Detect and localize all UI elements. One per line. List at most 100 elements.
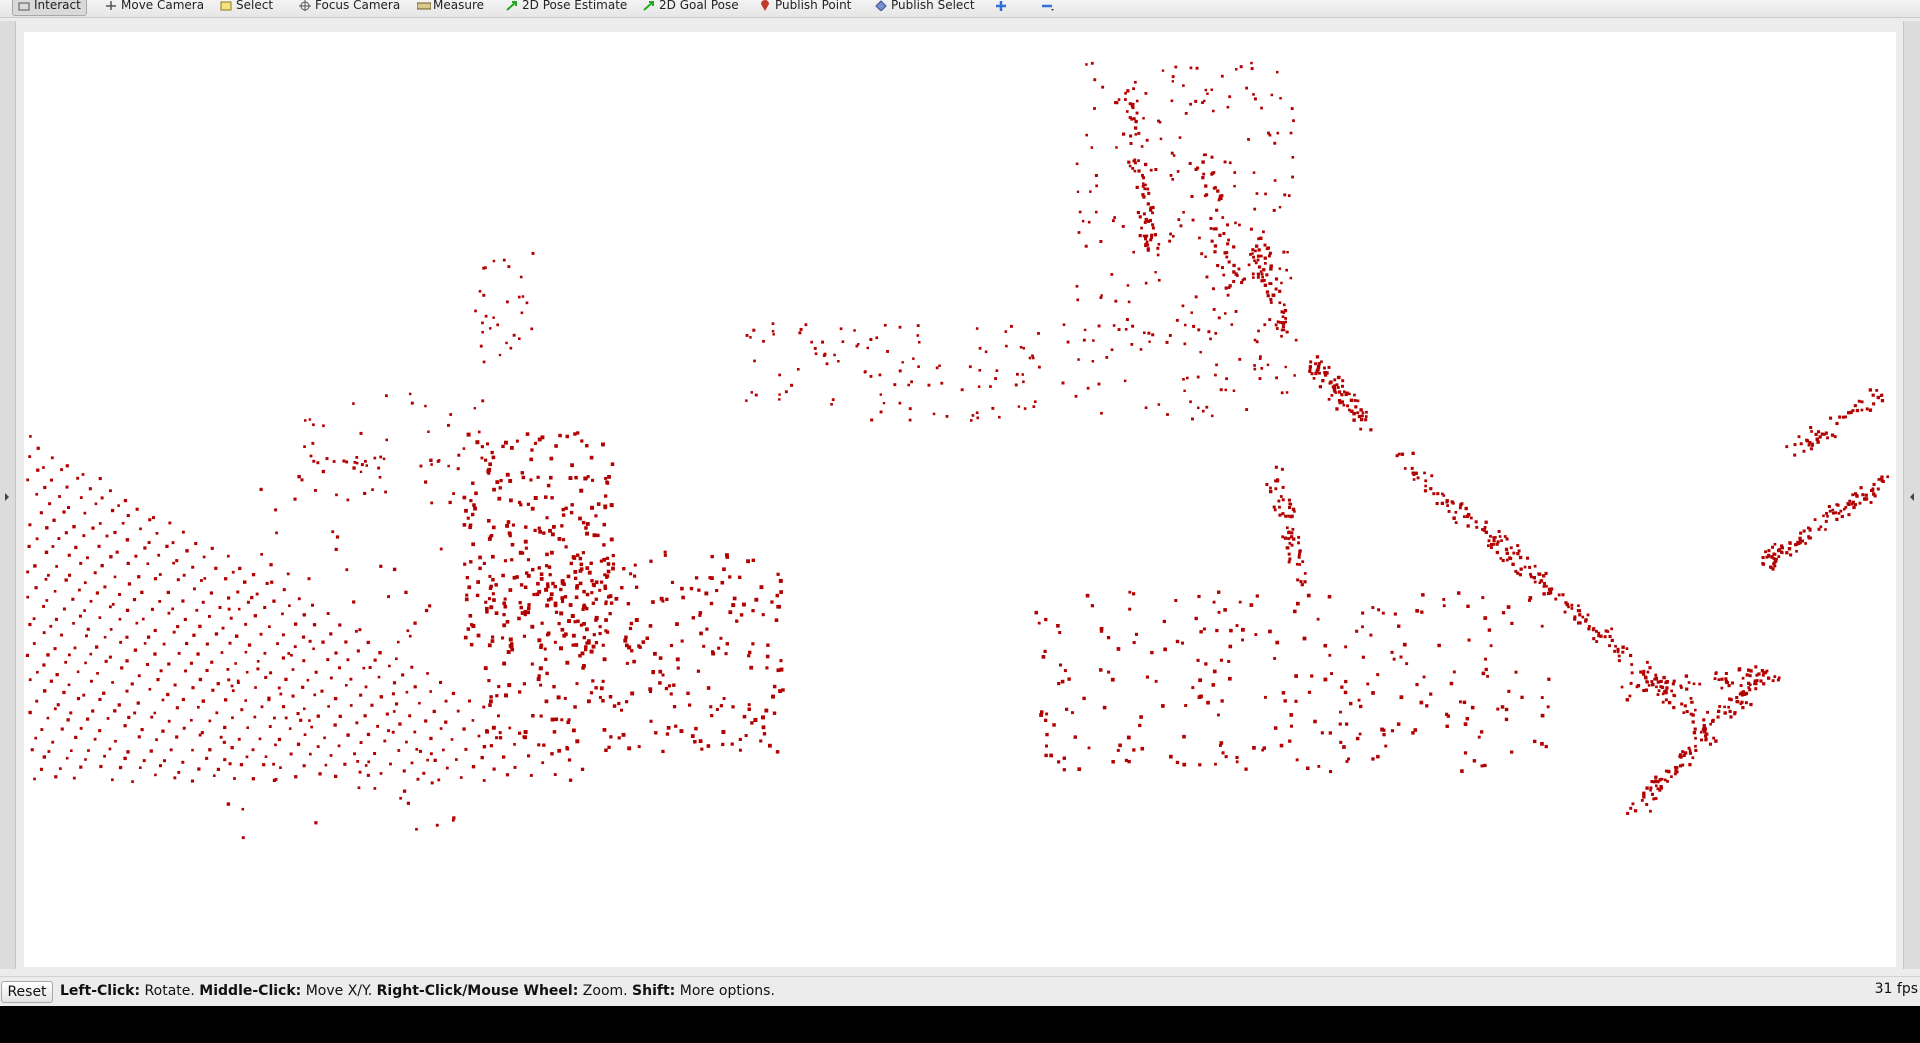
cloud-point: [1689, 697, 1693, 700]
cloud-point: [83, 609, 86, 612]
cloud-point: [1811, 442, 1814, 446]
remove-tool-button[interactable]: [1036, 0, 1058, 16]
cloud-point: [464, 508, 468, 513]
tool-publish-select[interactable]: Publish Select: [870, 0, 980, 16]
cloud-point: [442, 748, 445, 752]
left-dock-collapse-handle[interactable]: [0, 21, 16, 969]
cloud-point: [1720, 677, 1724, 681]
cloud-point: [907, 383, 910, 387]
cloud-point: [487, 643, 492, 648]
cloud-point: [1183, 389, 1186, 392]
cloud-point: [482, 266, 486, 270]
cloud-point: [264, 675, 268, 679]
cloud-point: [1145, 243, 1150, 247]
cloud-point: [728, 610, 733, 615]
cloud-point: [1749, 702, 1753, 707]
cloud-point: [1847, 513, 1851, 517]
cloud-point: [241, 836, 245, 840]
cloud-point: [1463, 722, 1468, 726]
cloud-point: [559, 611, 564, 616]
tool-2d-pose-estimate[interactable]: 2D Pose Estimate: [501, 0, 632, 16]
tool-select[interactable]: Select: [215, 0, 278, 16]
cloud-point: [282, 633, 285, 637]
tools-toolbar: Interact Move Camera Select Focus Camera…: [0, 0, 1920, 18]
cloud-point: [429, 458, 433, 462]
right-dock-collapse-handle[interactable]: [1903, 21, 1920, 969]
cloud-point: [1157, 243, 1161, 246]
cloud-point: [301, 635, 306, 639]
cloud-point: [562, 582, 566, 587]
cloud-point: [1629, 653, 1633, 658]
cloud-point: [779, 590, 783, 594]
cloud-point: [1265, 290, 1270, 294]
cloud-point: [1196, 375, 1200, 379]
cloud-point: [395, 702, 399, 706]
cloud-point: [1489, 644, 1493, 648]
cloud-point: [260, 705, 264, 709]
cloud-point: [42, 605, 45, 608]
cloud-point: [837, 360, 840, 363]
cloud-point: [210, 660, 214, 664]
cloud-point: [1132, 250, 1135, 254]
3d-render-viewport[interactable]: [24, 32, 1896, 967]
cloud-point: [1570, 603, 1574, 607]
cloud-point: [157, 553, 161, 557]
cloud-point: [227, 607, 231, 611]
add-tool-button[interactable]: [990, 0, 1012, 16]
tool-2d-goal-pose[interactable]: 2D Goal Pose: [638, 0, 744, 16]
cloud-point: [85, 634, 88, 638]
cloud-point: [137, 674, 141, 678]
cloud-point: [205, 756, 209, 760]
cloud-point: [1113, 216, 1116, 219]
cloud-point: [1115, 146, 1118, 149]
cloud-point: [263, 606, 267, 609]
tool-publish-point-label: Publish Point: [775, 0, 852, 12]
cloud-point: [1278, 321, 1282, 324]
cloud-point: [1771, 679, 1775, 683]
cloud-point: [1175, 760, 1180, 765]
cloud-point: [1516, 544, 1520, 548]
cloud-point: [490, 534, 494, 538]
cloud-point: [1564, 601, 1568, 605]
cloud-point: [1377, 608, 1381, 612]
cloud-point: [1288, 542, 1292, 545]
cloud-point: [1222, 273, 1226, 277]
cloud-point: [1224, 312, 1227, 315]
tool-measure[interactable]: Measure: [412, 0, 489, 16]
cloud-point: [664, 686, 669, 691]
cloud-point: [518, 550, 523, 555]
cloud-point: [478, 290, 482, 293]
cloud-point: [1132, 748, 1136, 752]
cloud-point: [32, 617, 36, 621]
tool-move-camera[interactable]: Move Camera: [100, 0, 209, 16]
tool-interact[interactable]: Interact: [12, 0, 87, 16]
tool-focus-camera[interactable]: Focus Camera: [294, 0, 405, 16]
cloud-point: [491, 725, 496, 730]
cloud-point: [1255, 244, 1259, 248]
cloud-point: [1259, 270, 1263, 273]
cloud-point: [1724, 672, 1728, 675]
cloud-point: [550, 752, 554, 756]
reset-button[interactable]: Reset: [1, 981, 53, 1003]
cloud-point: [465, 576, 469, 580]
cloud-point: [1191, 686, 1195, 690]
cloud-point: [72, 525, 76, 529]
cloud-point: [1235, 755, 1239, 760]
cloud-point: [1770, 555, 1774, 558]
cloud-point: [506, 650, 511, 654]
cloud-point: [231, 716, 234, 720]
cloud-point: [296, 712, 300, 716]
cloud-point: [625, 643, 629, 648]
cloud-point: [585, 627, 589, 632]
cloud-point: [1144, 281, 1148, 285]
cloud-point: [300, 478, 304, 482]
cloud-point: [1342, 745, 1346, 749]
cloud-point: [159, 669, 163, 673]
cloud-point: [1283, 699, 1287, 703]
cloud-point: [30, 748, 34, 752]
cloud-point: [565, 747, 570, 751]
cloud-point: [68, 573, 72, 577]
tool-publish-point[interactable]: Publish Point: [754, 0, 856, 16]
cloud-point: [357, 786, 361, 790]
cloud-point: [352, 600, 356, 604]
